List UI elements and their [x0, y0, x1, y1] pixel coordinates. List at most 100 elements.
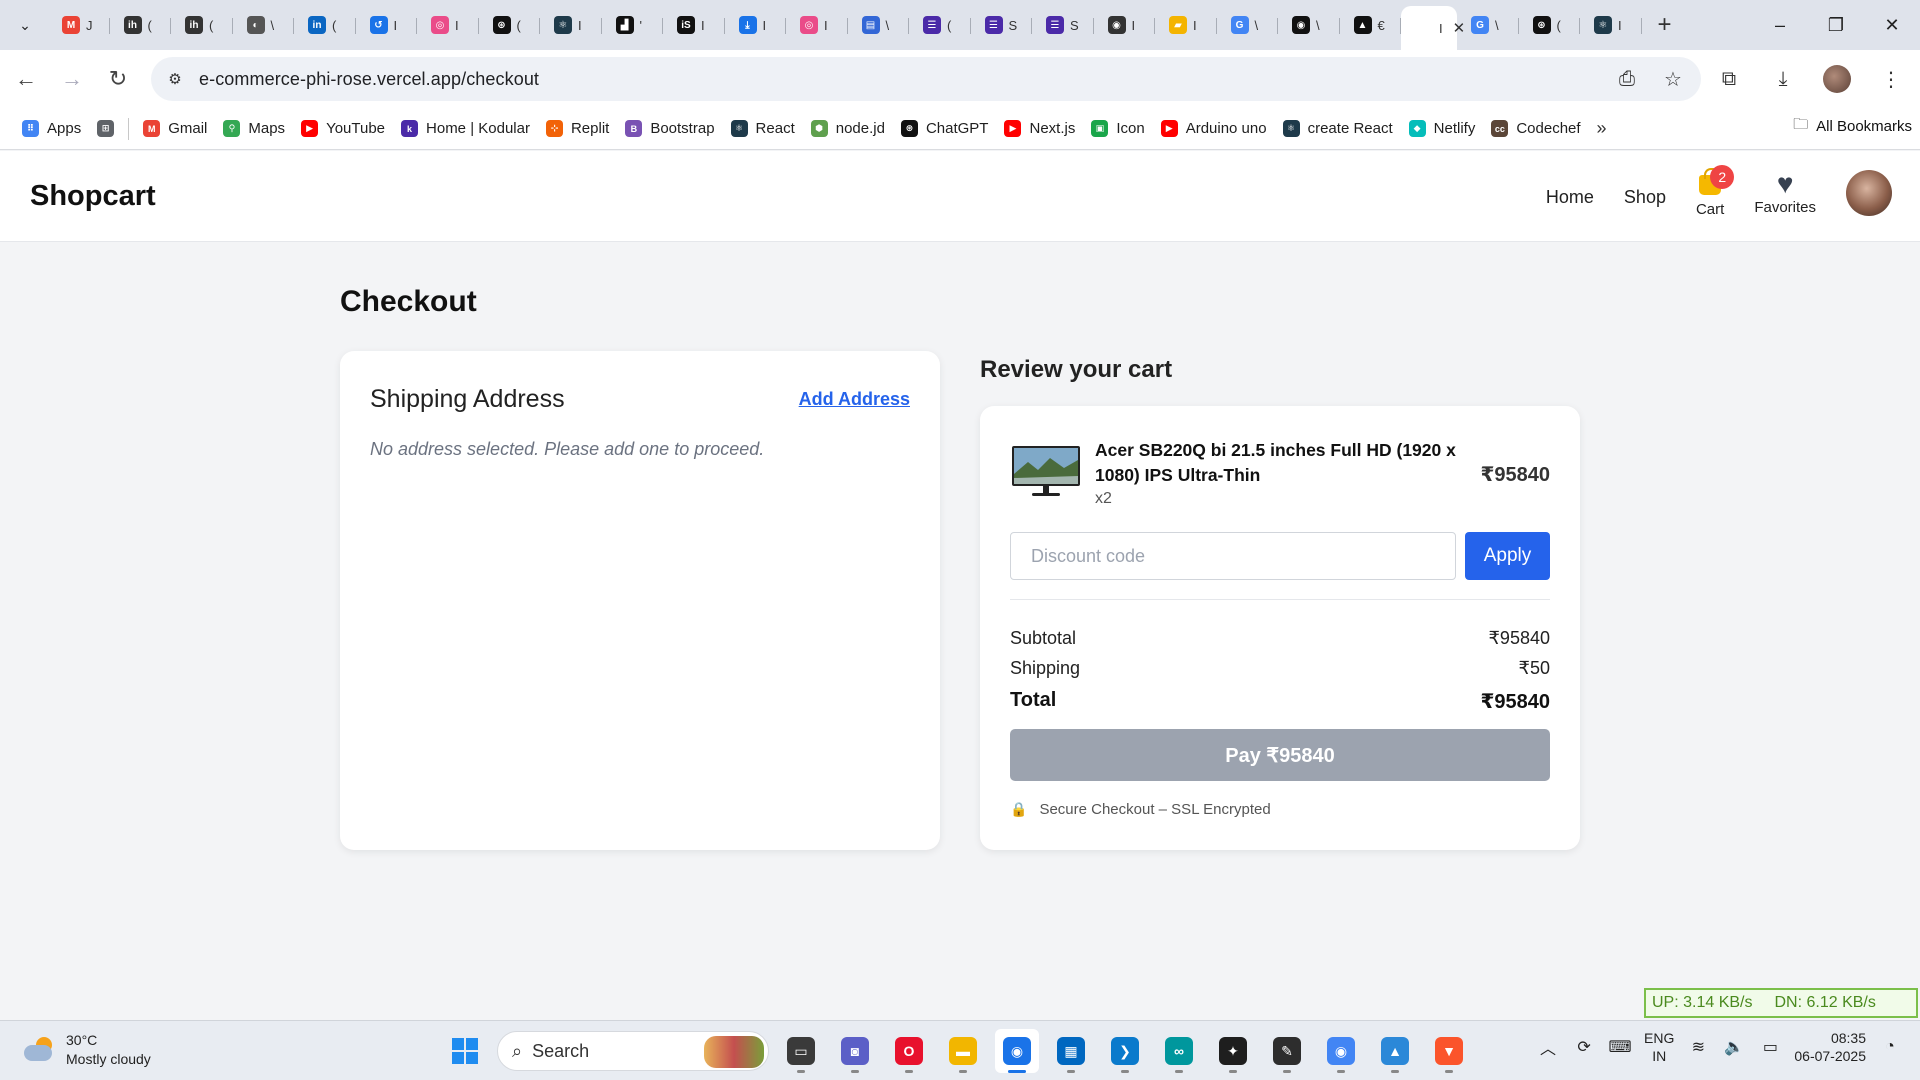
pay-button[interactable]: Pay ₹95840	[1010, 729, 1550, 781]
close-window-icon[interactable]: ✕	[1864, 0, 1920, 50]
extensions-puzzle-icon[interactable]: ⧉	[1708, 59, 1750, 99]
taskbar-app[interactable]: ◉	[1319, 1029, 1363, 1073]
weather-widget[interactable]: 30°C Mostly cloudy	[24, 1031, 151, 1069]
taskbar-app[interactable]: ✦	[1211, 1029, 1255, 1073]
address-bar[interactable]: ⚙ e-commerce-phi-rose.vercel.app/checkou…	[151, 57, 1701, 101]
browser-tab[interactable]: G \	[1457, 6, 1519, 44]
tab-search-chevron-icon[interactable]: ⌄	[8, 8, 42, 42]
browser-tab[interactable]: ih (	[171, 6, 233, 44]
battery-icon[interactable]: ▭	[1758, 1035, 1782, 1059]
forward-arrow-icon[interactable]: →	[52, 59, 92, 99]
more-bookmarks-chevron-icon[interactable]: »	[1597, 118, 1607, 139]
volume-icon[interactable]: 🔈	[1722, 1035, 1746, 1059]
bookmark-item[interactable]: ◆ Netlify	[1401, 114, 1484, 144]
apply-discount-button[interactable]: Apply	[1465, 532, 1550, 580]
total-label: Total	[1010, 689, 1057, 711]
profile-avatar[interactable]	[1816, 59, 1858, 99]
site-info-icon[interactable]: ⚙	[157, 61, 193, 97]
browser-tab[interactable]: ◉ I	[1094, 6, 1156, 44]
browser-tab[interactable]: ◎ I	[786, 6, 848, 44]
all-bookmarks-folder[interactable]: 🗀 All Bookmarks	[1793, 114, 1912, 139]
taskbar-app[interactable]: ▭	[779, 1029, 823, 1073]
taskbar-app[interactable]: ▦	[1049, 1029, 1093, 1073]
notifications-icon[interactable]: ◔	[1878, 1035, 1902, 1059]
browser-tab[interactable]: ☰ S	[971, 6, 1033, 44]
bookmark-item[interactable]: M Gmail	[135, 114, 215, 144]
browser-tab[interactable]: ih (	[110, 6, 172, 44]
add-address-link[interactable]: Add Address	[799, 389, 910, 410]
user-avatar[interactable]	[1846, 169, 1892, 216]
bookmark-star-icon[interactable]: ☆	[1655, 61, 1691, 97]
taskbar-app[interactable]: ▼	[1427, 1029, 1471, 1073]
browser-tab[interactable]: ◎ I	[417, 6, 479, 44]
bookmark-item[interactable]: ▣ Icon	[1083, 114, 1152, 144]
browser-tab[interactable]: ↺ I	[356, 6, 418, 44]
reload-icon[interactable]: ↻	[98, 59, 138, 99]
taskbar-app[interactable]: ∞	[1157, 1029, 1201, 1073]
taskbar-search[interactable]: ⌕ Search	[497, 1031, 769, 1071]
browser-tab[interactable]: MJ	[48, 6, 110, 44]
bookmark-item[interactable]: ▶ Next.js	[996, 114, 1083, 144]
browser-tab[interactable]: ◉ \	[1278, 6, 1340, 44]
tab-title: \	[1254, 17, 1259, 33]
bookmark-item[interactable]: k Home | Kodular	[393, 114, 538, 144]
bookmark-item[interactable]: ⚲ Maps	[215, 114, 293, 144]
browser-tab[interactable]: ▤ \	[848, 6, 910, 44]
taskbar-app[interactable]: O	[887, 1029, 931, 1073]
bookmark-label: Apps	[47, 120, 82, 137]
taskbar-app[interactable]: ◉	[995, 1029, 1039, 1073]
bookmark-item[interactable]: ⊛ ChatGPT	[893, 114, 997, 144]
sync-icon[interactable]: ⟳	[1572, 1035, 1596, 1059]
new-tab-plus-icon[interactable]: +	[1648, 8, 1682, 42]
browser-tab[interactable]: ▲ €	[1340, 6, 1402, 44]
nav-cart[interactable]: 2 Cart	[1696, 165, 1735, 218]
install-app-icon[interactable]: ⎙	[1609, 61, 1645, 97]
nav-favorites[interactable]: ♥ Favorites	[1754, 169, 1816, 217]
browser-tab[interactable]: ⊛(	[1519, 6, 1581, 44]
browser-tab[interactable]: ▰ I	[1155, 6, 1217, 44]
bookmark-item[interactable]: ⚛ create React	[1275, 114, 1401, 144]
browser-tab[interactable]: ▟ '	[602, 6, 664, 44]
nav-shop-link[interactable]: Shop	[1624, 187, 1666, 208]
browser-tab[interactable]: ⊛(	[479, 6, 541, 44]
start-button[interactable]	[443, 1029, 487, 1073]
clock[interactable]: 08:35 06-07-2025	[1794, 1029, 1866, 1065]
menu-kebab-icon[interactable]: ⋮	[1870, 59, 1912, 99]
active-tab[interactable]: I ✕	[1401, 6, 1465, 50]
taskbar-app[interactable]: ◙	[833, 1029, 877, 1073]
minimize-icon[interactable]: –	[1752, 0, 1808, 50]
bookmark-item[interactable]: ⬢ node.jd	[803, 114, 893, 144]
browser-tab[interactable]: in (	[294, 6, 356, 44]
taskbar-app[interactable]: ❯	[1103, 1029, 1147, 1073]
bookmark-item[interactable]: ⠿ Apps	[14, 114, 89, 144]
back-arrow-icon[interactable]: ←	[6, 59, 46, 99]
browser-tab[interactable]: ◐ \	[233, 6, 295, 44]
restore-icon[interactable]: ❐	[1808, 0, 1864, 50]
browser-tab[interactable]: G \	[1217, 6, 1279, 44]
taskbar-app[interactable]: ✎	[1265, 1029, 1309, 1073]
url-text[interactable]: e-commerce-phi-rose.vercel.app/checkout	[199, 69, 539, 90]
bookmark-item[interactable]: ▶ Arduino uno	[1153, 114, 1275, 144]
browser-tab[interactable]: ☰ S	[1032, 6, 1094, 44]
taskbar-app[interactable]: ▲	[1373, 1029, 1417, 1073]
downloads-icon[interactable]: ⤓	[1762, 59, 1804, 99]
show-hidden-icons-chevron-icon[interactable]: ︿	[1536, 1035, 1560, 1059]
browser-tab[interactable]: ⚛ I	[540, 6, 602, 44]
discount-code-input[interactable]	[1010, 532, 1456, 580]
keyboard-icon[interactable]: ⌨	[1608, 1035, 1632, 1059]
taskbar-app[interactable]: ▬	[941, 1029, 985, 1073]
browser-tab[interactable]: iS I	[663, 6, 725, 44]
bookmark-item[interactable]: ⚛ React	[723, 114, 803, 144]
bookmark-item[interactable]: ⊞	[89, 114, 122, 144]
bookmark-item[interactable]: ⊹ Replit	[538, 114, 617, 144]
language-indicator[interactable]: ENG IN	[1644, 1029, 1674, 1065]
bookmark-item[interactable]: ▶ YouTube	[293, 114, 393, 144]
browser-tab[interactable]: ☰(	[909, 6, 971, 44]
bookmark-item[interactable]: B Bootstrap	[617, 114, 722, 144]
bookmark-item[interactable]: cc Codechef	[1483, 114, 1588, 144]
brand-logo[interactable]: Shopcart	[30, 180, 156, 213]
browser-tab[interactable]: ⚛ I	[1580, 6, 1642, 44]
wifi-icon[interactable]: ≋	[1686, 1035, 1710, 1059]
nav-home-link[interactable]: Home	[1546, 187, 1594, 208]
browser-tab[interactable]: ⤓ I	[725, 6, 787, 44]
